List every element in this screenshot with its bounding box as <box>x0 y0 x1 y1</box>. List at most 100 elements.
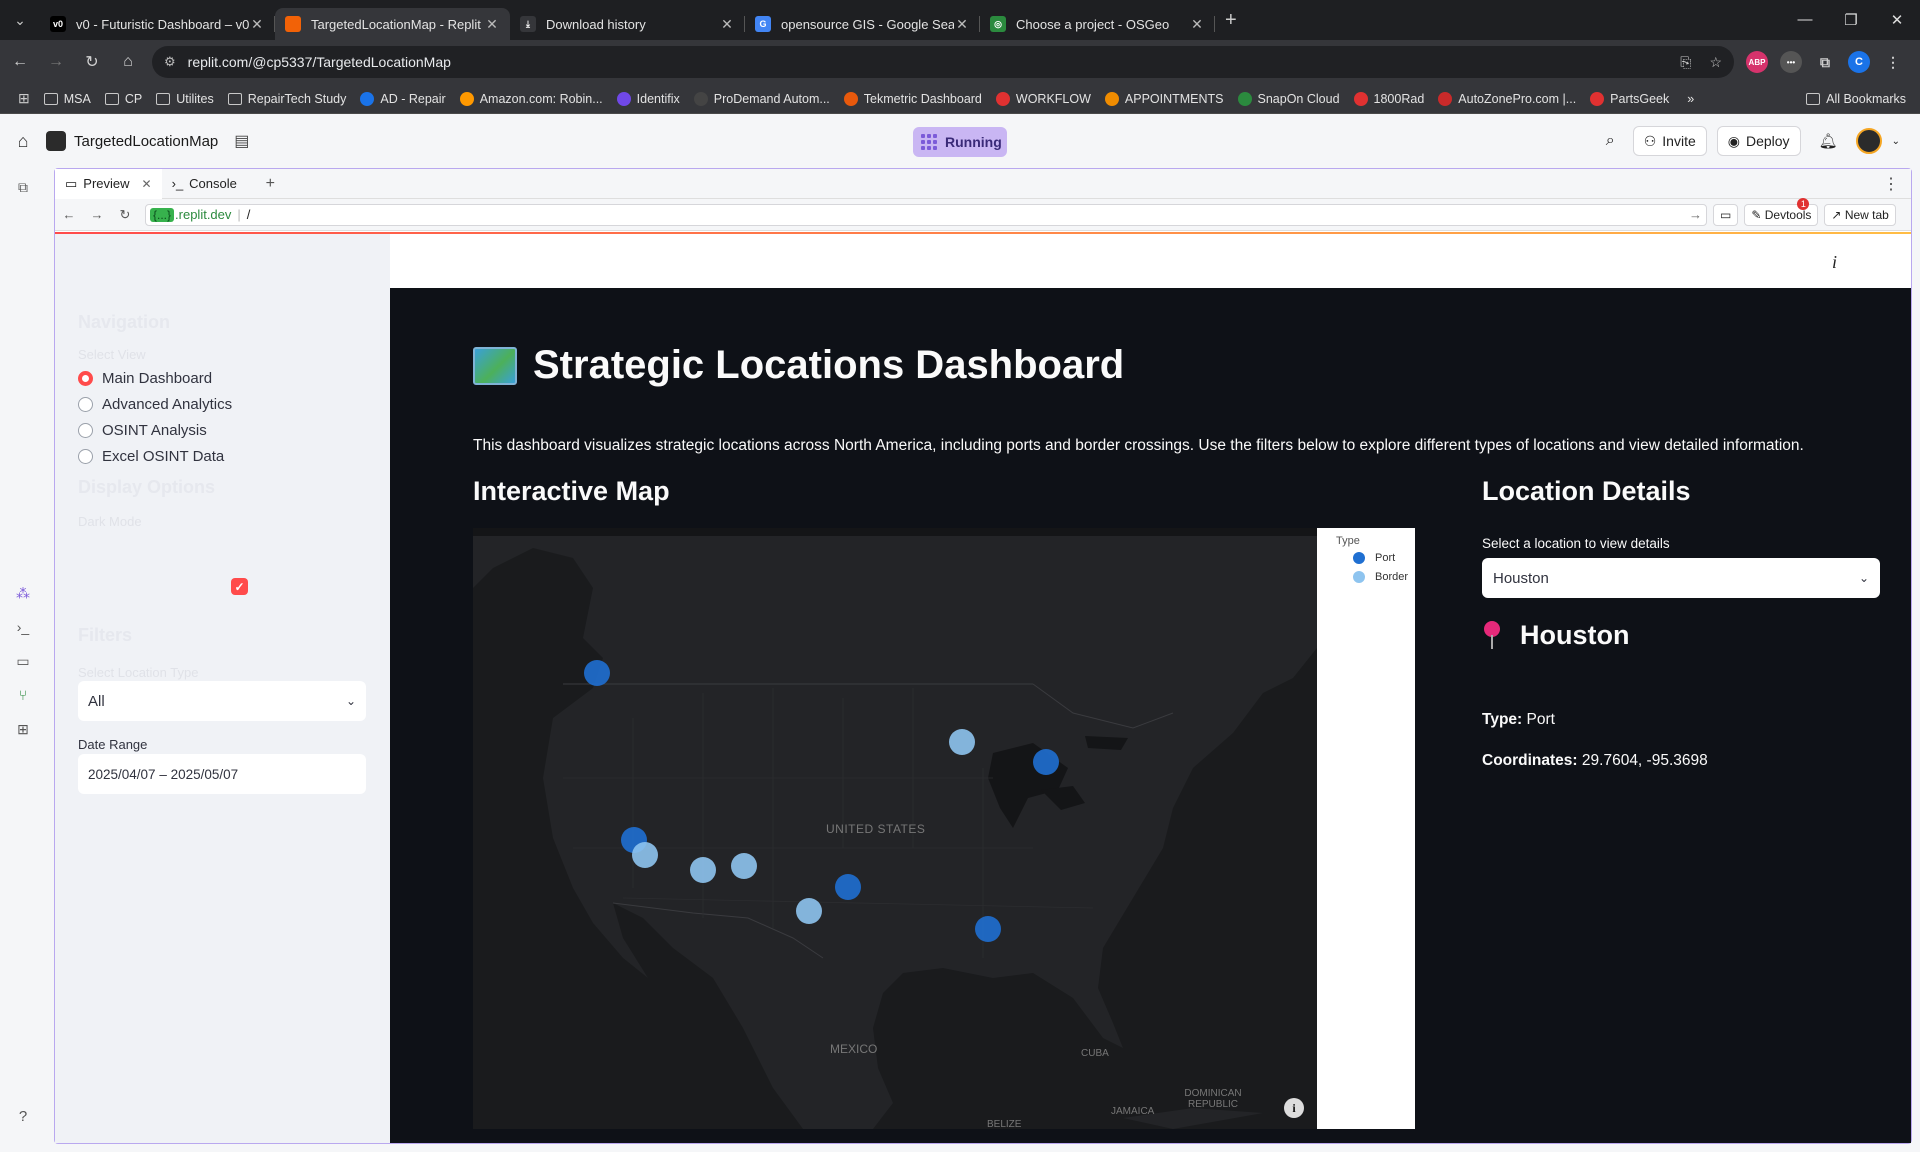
bookmark-item[interactable]: MSA <box>43 92 91 106</box>
help-icon[interactable]: ? <box>0 1108 46 1142</box>
more-options-icon[interactable]: ⋮ <box>1883 174 1899 194</box>
go-arrow-icon[interactable]: → <box>1689 207 1702 222</box>
apps-grid-icon[interactable]: ⊞ <box>18 90 30 107</box>
extension-icon[interactable]: ••• <box>1780 51 1802 73</box>
bookmark-item[interactable]: AD - Repair <box>360 91 446 106</box>
all-tools-icon[interactable]: ⊞ <box>0 712 46 746</box>
invite-button[interactable]: ⚇ Invite <box>1632 126 1707 156</box>
interactive-map[interactable]: UNITED STATES MEXICO CUBA JAMAICA DOMINI… <box>473 528 1317 1129</box>
close-tab-icon[interactable]: ✕ <box>954 16 970 33</box>
port-marker[interactable] <box>835 874 861 900</box>
more-bookmarks-icon[interactable]: » <box>1687 92 1694 106</box>
restore-icon[interactable]: ❐ <box>1828 11 1874 29</box>
close-tab-icon[interactable]: ✕ <box>249 16 265 33</box>
port-marker[interactable] <box>584 660 610 686</box>
project-menu-icon[interactable]: ▤ <box>234 131 249 151</box>
legend-item-port[interactable]: Port <box>1353 552 1395 564</box>
close-tab-icon[interactable]: ✕ <box>484 16 500 33</box>
bookmark-item[interactable]: AutoZonePro.com |... <box>1438 91 1576 106</box>
bookmark-item[interactable]: Identifix <box>616 91 680 106</box>
bookmark-item[interactable]: SnapOn Cloud <box>1237 91 1340 106</box>
user-avatar[interactable] <box>1855 128 1882 154</box>
close-tab-icon[interactable]: ✕ <box>142 177 152 191</box>
adblock-extension-icon[interactable]: ABP <box>1746 51 1768 73</box>
bookmark-item[interactable]: PartsGeek <box>1590 91 1669 106</box>
install-icon[interactable]: ⎘ <box>1680 54 1691 71</box>
extensions-puzzle-icon[interactable]: ⧉ <box>1814 51 1836 73</box>
deploy-button[interactable]: ◉ Deploy <box>1716 126 1801 156</box>
devtools-button[interactable]: ✎ Devtools 1 <box>1744 197 1819 226</box>
address-bar[interactable]: ⚙ replit.com/@cp5337/TargetedLocationMap… <box>152 46 1734 78</box>
browser-tab[interactable]: TargetedLocationMap - Replit ✕ <box>275 8 510 40</box>
bookmark-item[interactable]: CP <box>104 92 142 106</box>
port-marker[interactable] <box>1033 749 1059 775</box>
new-tab-button[interactable]: ↗ New tab <box>1824 203 1896 226</box>
bookmark-item[interactable]: Amazon.com: Robin... <box>459 91 603 106</box>
agent-tool-icon[interactable]: ⁂ <box>0 576 46 610</box>
border-marker[interactable] <box>690 857 716 883</box>
radio-selected-icon <box>78 371 93 386</box>
forward-icon[interactable]: → <box>40 53 72 71</box>
close-tab-icon[interactable]: ✕ <box>719 16 735 33</box>
info-icon[interactable]: i <box>1832 252 1837 273</box>
radio-main-dashboard[interactable]: Main Dashboard <box>78 370 212 387</box>
map-info-icon[interactable]: i <box>1284 1098 1304 1118</box>
close-window-icon[interactable]: ✕ <box>1874 11 1920 29</box>
notifications-bell-icon[interactable]: 🔔︎ <box>1819 132 1838 150</box>
browser-tab[interactable]: ⤓ Download history ✕ <box>510 8 745 40</box>
chrome-menu-icon[interactable]: ⋮ <box>1882 51 1904 73</box>
webview-forward-icon[interactable]: → <box>83 207 111 222</box>
location-type-select[interactable]: All ⌄ <box>78 681 366 721</box>
date-range-input[interactable]: 2025/04/07 – 2025/05/07 <box>78 754 366 794</box>
chevron-down-icon[interactable]: ⌄ <box>1892 136 1900 147</box>
browser-tab[interactable]: Gopensource GIS - Google Searc ✕ <box>745 8 980 40</box>
radio-osint-analysis[interactable]: OSINT Analysis <box>78 422 207 439</box>
git-tool-icon[interactable]: ⑂ <box>0 678 46 712</box>
site-info-icon[interactable]: ⚙ <box>164 54 176 70</box>
tab-title: Download history <box>546 16 646 32</box>
bookmark-item[interactable]: WORKFLOW <box>995 91 1091 106</box>
webview-url-field[interactable]: {...} .replit.dev | / → <box>145 203 1707 226</box>
bookmark-item[interactable]: Utilites <box>156 92 214 106</box>
search-icon[interactable]: ⌕ <box>1606 132 1615 150</box>
border-marker[interactable] <box>632 842 658 868</box>
webview-reload-icon[interactable]: ↻ <box>111 207 139 223</box>
tab-console[interactable]: ›_ Console <box>162 169 258 199</box>
border-marker[interactable] <box>949 729 975 755</box>
bookmark-item[interactable]: 1800Rad <box>1353 91 1424 106</box>
location-select[interactable]: Houston ⌄ <box>1482 558 1880 598</box>
project-name[interactable]: TargetedLocationMap <box>74 133 218 150</box>
add-pane-tab-icon[interactable]: + <box>266 175 275 193</box>
tab-preview[interactable]: ▭ Preview ✕ <box>55 168 162 199</box>
bookmark-item[interactable]: RepairTech Study <box>227 92 346 106</box>
port-marker[interactable] <box>975 916 1001 942</box>
border-marker[interactable] <box>796 898 822 924</box>
minimize-icon[interactable]: — <box>1782 11 1828 29</box>
close-tab-icon[interactable]: ✕ <box>1189 16 1205 33</box>
legend-item-border[interactable]: Border <box>1353 571 1408 583</box>
all-bookmarks-folder[interactable]: All Bookmarks <box>1806 92 1906 106</box>
browser-tab[interactable]: ◎ Choose a project - OSGeo ✕ <box>980 8 1215 40</box>
radio-excel-osint-data[interactable]: Excel OSINT Data <box>78 448 224 465</box>
reload-icon[interactable]: ↻ <box>76 52 108 72</box>
dark-mode-checkbox[interactable]: ✓ <box>231 578 248 595</box>
preview-tool-icon[interactable]: ▭ <box>0 644 46 678</box>
bookmark-item[interactable]: Tekmetric Dashboard <box>843 91 982 106</box>
bookmark-item[interactable]: APPOINTMENTS <box>1104 91 1224 106</box>
console-tool-icon[interactable]: ›_ <box>0 610 46 644</box>
new-tab-button[interactable]: + <box>1225 9 1237 32</box>
replit-home-icon[interactable]: ⌂ <box>0 131 46 152</box>
run-status-button[interactable]: Running <box>913 127 1007 157</box>
profile-avatar[interactable]: C <box>1848 51 1870 73</box>
tab-search-icon[interactable]: ⌄ <box>0 0 40 40</box>
device-toggle-button[interactable]: ▭ <box>1713 203 1739 226</box>
back-icon[interactable]: ← <box>4 53 36 71</box>
webview-back-icon[interactable]: ← <box>55 207 83 222</box>
border-marker[interactable] <box>731 853 757 879</box>
browser-tab[interactable]: v0 v0 - Futuristic Dashboard – v0 b ✕ <box>40 8 275 40</box>
bookmark-item[interactable]: ProDemand Autom... <box>693 91 830 106</box>
home-icon[interactable]: ⌂ <box>112 53 144 71</box>
radio-advanced-analytics[interactable]: Advanced Analytics <box>78 396 232 413</box>
bookmark-star-icon[interactable]: ☆ <box>1709 54 1722 71</box>
files-tool-icon[interactable]: ⧉ <box>0 170 46 204</box>
